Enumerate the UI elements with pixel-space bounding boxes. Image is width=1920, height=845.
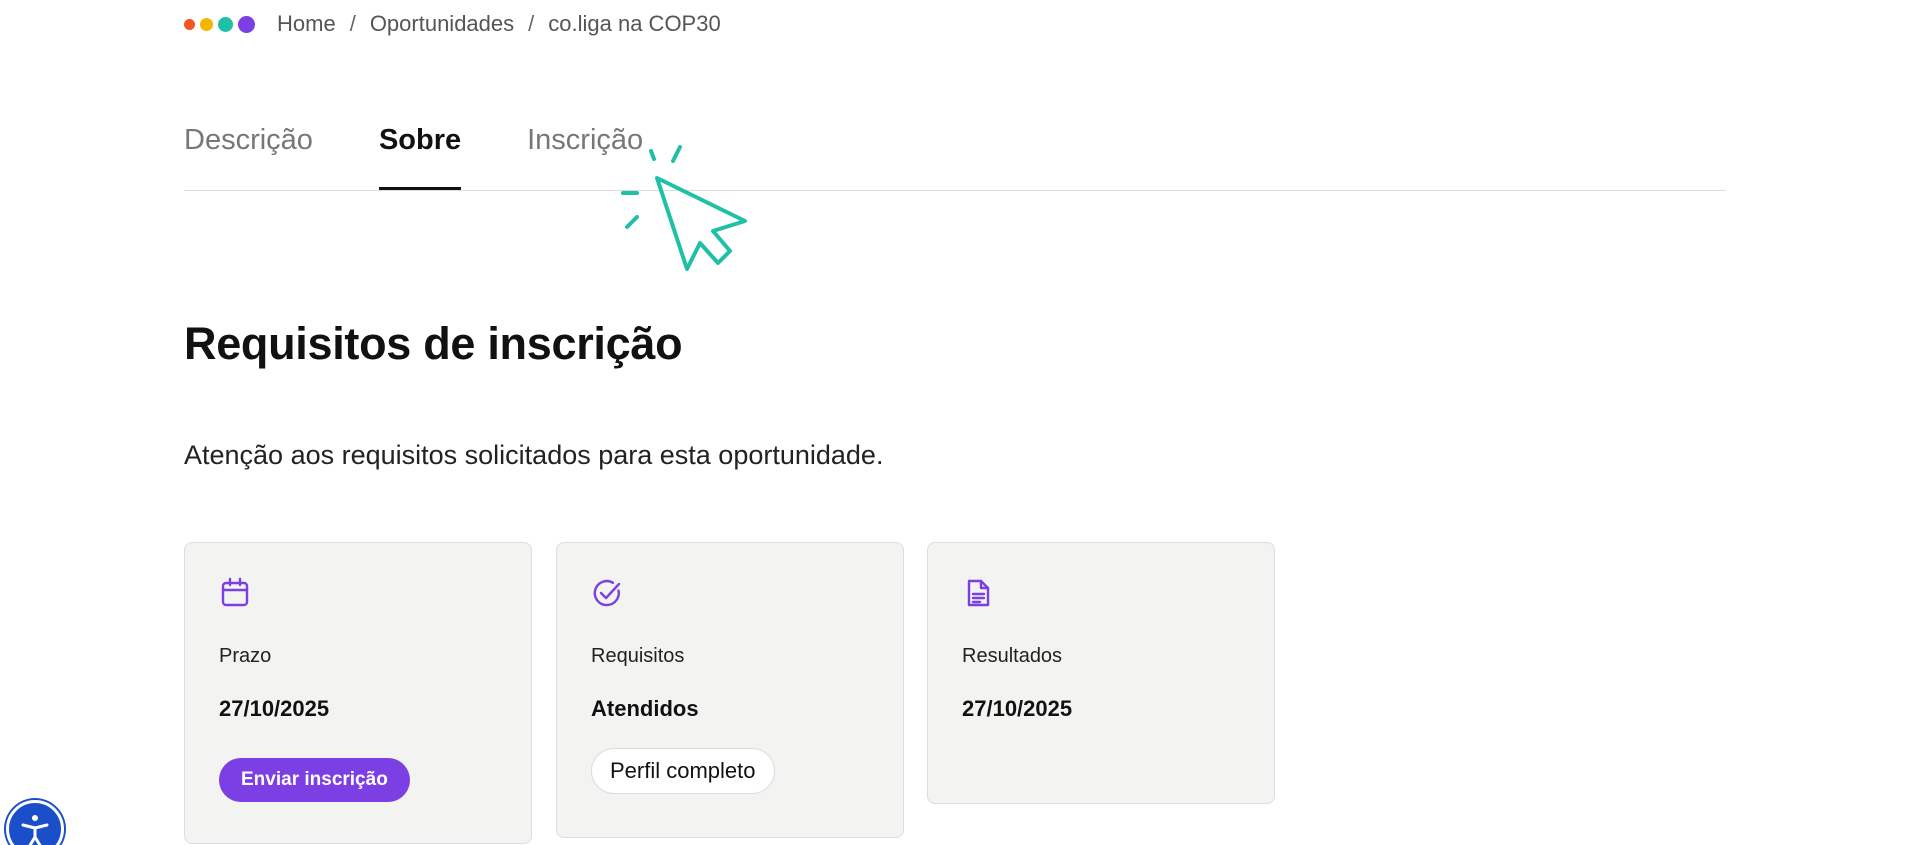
accessibility-button[interactable] [6,800,64,845]
logo-dot-yellow [200,17,213,31]
breadcrumb-oportunidades[interactable]: Oportunidades [370,11,514,37]
breadcrumb: Home / Oportunidades / co.liga na COP30 [184,8,721,40]
card-prazo: Prazo 27/10/2025 Enviar inscrição [184,542,532,844]
logo-dot-teal [218,16,233,32]
breadcrumb-separator: / [528,11,535,36]
accessibility-icon [21,815,49,845]
card-label: Requisitos [591,645,685,667]
section-title: Requisitos de inscrição [184,318,683,369]
tab-bar: Descrição Sobre Inscrição [184,118,1726,191]
click-cursor-icon [621,145,747,271]
document-icon [967,579,990,607]
breadcrumb-separator: / [349,11,356,36]
card-value: Atendidos [591,696,699,721]
card-label: Prazo [219,645,272,667]
profile-complete-badge: Perfil completo [591,748,775,794]
logo-dot-purple [238,15,255,33]
brand-logo-dots[interactable] [184,15,255,33]
card-value: 27/10/2025 [219,696,330,721]
send-application-button[interactable]: Enviar inscrição [219,758,410,802]
check-circle-icon [593,579,621,607]
breadcrumb-current: co.liga na COP30 [548,11,721,36]
card-value: 27/10/2025 [962,696,1073,721]
section-subtitle: Atenção aos requisitos solicitados para … [184,440,884,470]
breadcrumb-home[interactable]: Home [277,11,336,37]
card-requisitos: Requisitos Atendidos Perfil completo [556,542,904,838]
tab-descricao[interactable]: Descrição [184,118,313,182]
logo-dot-orange [184,18,195,30]
card-resultados: Resultados 27/10/2025 [927,542,1275,804]
card-label: Resultados [962,645,1063,667]
calendar-icon [221,577,249,607]
page: Home / Oportunidades / co.liga na COP30 … [0,0,1920,845]
tab-sobre[interactable]: Sobre [378,118,462,190]
